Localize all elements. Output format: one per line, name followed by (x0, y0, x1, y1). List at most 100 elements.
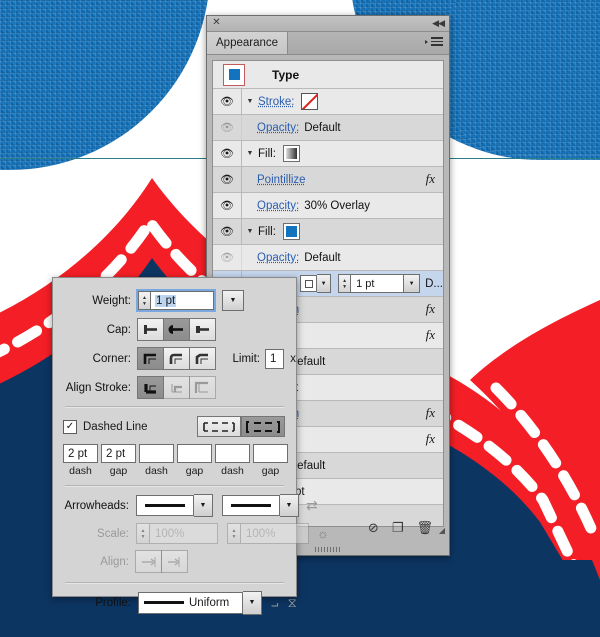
dash-field-2[interactable] (139, 444, 174, 463)
disclosure-triangle-icon[interactable]: ▼ (242, 228, 258, 235)
profile-select[interactable]: Uniform (138, 591, 243, 614)
visibility-eye-icon[interactable]: 👁 (213, 141, 242, 166)
fx-icon[interactable]: fx (426, 301, 435, 317)
stroke-options-dialog[interactable]: Weight: ▲ ▼ 1 pt ▼ Cap: Corner: Limit: 1… (52, 277, 329, 615)
link-scale-icon: ☼ (317, 526, 329, 541)
round-cap-icon[interactable] (163, 318, 190, 341)
fx-icon[interactable]: fx (426, 171, 435, 187)
type-target-icon (223, 63, 245, 86)
stroke-weight-stepper[interactable]: ▲ ▼ (338, 274, 351, 293)
corner-button-group[interactable] (137, 347, 216, 370)
dash-alignment-toggle-group[interactable] (197, 416, 285, 437)
swap-arrowheads-icon[interactable]: ⇄ (306, 497, 318, 514)
dashed-line-row[interactable]: ✓ Dashed Line (53, 414, 296, 439)
disclosure-triangle-icon[interactable]: ▼ (242, 98, 258, 105)
preserve-dash-exact-icon[interactable] (197, 416, 241, 437)
appearance-row-opacity-3[interactable]: 👁 Opacity: Default (213, 245, 443, 271)
opacity-value: Default (304, 121, 341, 134)
align-outside-icon[interactable] (189, 376, 216, 399)
opacity-link-label[interactable]: Opacity: (257, 200, 299, 212)
appearance-row-effect-pointillize[interactable]: 👁 Pointillize fx (213, 167, 443, 193)
gap-field-3[interactable] (253, 444, 288, 463)
gap-field-3-wrap: gap (253, 444, 288, 477)
round-join-icon[interactable] (163, 347, 190, 370)
tab-appearance[interactable]: Appearance (207, 32, 289, 54)
collapse-panel-icon[interactable]: ◀◀ (432, 17, 445, 29)
stroke-weight-dropdown-icon[interactable]: ▼ (404, 274, 421, 293)
divider (65, 406, 284, 408)
bevel-join-icon[interactable] (189, 347, 216, 370)
weight-dropdown-icon[interactable]: ▼ (222, 290, 244, 311)
stroke-color-dropdown-icon[interactable]: ▼ (317, 274, 332, 293)
appearance-row-stroke-top[interactable]: 👁 ▼ Stroke: (213, 89, 443, 115)
dash-field-3[interactable] (215, 444, 250, 463)
appearance-row-fill-2[interactable]: 👁 ▼ Fill: (213, 219, 443, 245)
flip-along-icon[interactable]: ⧖ (288, 595, 297, 611)
visibility-eye-icon[interactable]: 👁 (213, 193, 242, 218)
stroke-color-swatch[interactable] (300, 275, 318, 292)
visibility-eye-icon[interactable]: 👁 (213, 89, 242, 114)
profile-row[interactable]: Profile: Uniform ▼ ⨼ ⧖ (53, 590, 297, 615)
close-icon[interactable]: ✕ (211, 17, 222, 28)
weight-row[interactable]: Weight: ▲ ▼ 1 pt ▼ (53, 288, 296, 313)
arrowhead-end-dropdown-icon[interactable]: ▼ (280, 494, 299, 517)
stroke-color-swatch-none[interactable] (301, 93, 319, 110)
corner-row[interactable]: Corner: Limit: 1 x (53, 346, 296, 371)
align-inside-icon[interactable] (163, 376, 190, 399)
delete-item-icon[interactable]: 🗑 (416, 520, 433, 536)
weight-stepper[interactable]: ▲ ▼ (138, 291, 150, 310)
gap-field-1[interactable]: 2 pt (101, 444, 136, 463)
appearance-row-type[interactable]: Type (213, 61, 443, 89)
visibility-eye-icon[interactable]: 👁 (213, 115, 242, 140)
clear-appearance-icon[interactable]: ⊘ (368, 520, 379, 536)
gap-field-2[interactable] (177, 444, 212, 463)
cap-button-group[interactable] (137, 318, 216, 341)
align-dashes-corners-icon[interactable] (241, 416, 285, 437)
effect-link-label[interactable]: Pointillize (257, 174, 306, 186)
arrowheads-row[interactable]: Arrowheads: ▼ ▼ ⇄ (53, 493, 318, 518)
fill-blue-swatch[interactable] (282, 223, 300, 240)
arrowhead-start-select[interactable] (136, 495, 194, 516)
limit-input[interactable]: 1 (265, 348, 285, 369)
arrowhead-start-dropdown-icon[interactable]: ▼ (194, 494, 213, 517)
appearance-row-opacity-1[interactable]: 👁 Opacity: Default (213, 115, 443, 141)
appearance-row-opacity-2[interactable]: 👁 Opacity: 30% Overlay (213, 193, 443, 219)
stroke-link-label[interactable]: Stroke: (258, 96, 294, 108)
panel-menu-icon[interactable] (425, 37, 443, 49)
panel-drag-grip[interactable] (315, 547, 341, 552)
weight-value: 1 pt (155, 294, 177, 307)
fx-icon[interactable]: fx (426, 327, 435, 343)
align-center-icon[interactable] (137, 376, 164, 399)
duplicate-item-icon[interactable]: ❐ (392, 520, 404, 536)
fx-icon[interactable]: fx (426, 405, 435, 421)
fx-icon[interactable]: fx (426, 431, 435, 447)
visibility-eye-icon[interactable]: 👁 (213, 219, 242, 244)
profile-dropdown-icon[interactable]: ▼ (243, 590, 262, 615)
dash-pattern-fields[interactable]: 2 pt dash 2 pt gap dash gap dash gap (53, 444, 296, 477)
align-stroke-button-group[interactable] (137, 376, 216, 399)
butt-cap-icon[interactable] (137, 318, 164, 341)
appearance-panel-tabbar[interactable]: Appearance (207, 32, 449, 55)
appearance-row-fill-1[interactable]: 👁 ▼ Fill: (213, 141, 443, 167)
miter-join-icon[interactable] (137, 347, 164, 370)
arrowhead-end-select[interactable] (222, 495, 280, 516)
projecting-cap-icon[interactable] (189, 318, 216, 341)
weight-input[interactable]: 1 pt (150, 291, 214, 310)
dashed-line-label: Dashed Line (83, 420, 148, 433)
align-stroke-row[interactable]: Align Stroke: (53, 375, 296, 400)
dashed-line-checkbox[interactable]: ✓ (63, 419, 77, 434)
resize-grip-icon[interactable]: ◢ (439, 526, 445, 535)
weight-control-group[interactable]: ▲ ▼ 1 pt (136, 289, 216, 312)
fill-gradient-swatch[interactable] (282, 145, 300, 162)
visibility-eye-icon[interactable]: 👁 (213, 167, 242, 192)
dash-field-2-wrap: dash (139, 444, 174, 477)
opacity-link-label[interactable]: Opacity: (257, 122, 299, 134)
appearance-panel-titlebar[interactable]: ✕ ◀◀ (207, 16, 449, 32)
flip-across-icon[interactable]: ⨼ (271, 595, 279, 611)
visibility-eye-icon[interactable]: 👁 (213, 245, 242, 270)
disclosure-triangle-icon[interactable]: ▼ (242, 150, 258, 157)
opacity-link-label[interactable]: Opacity: (257, 252, 299, 264)
cap-row[interactable]: Cap: (53, 317, 296, 342)
stroke-weight-input[interactable]: 1 pt (350, 274, 405, 293)
dash-field-1[interactable]: 2 pt (63, 444, 98, 463)
